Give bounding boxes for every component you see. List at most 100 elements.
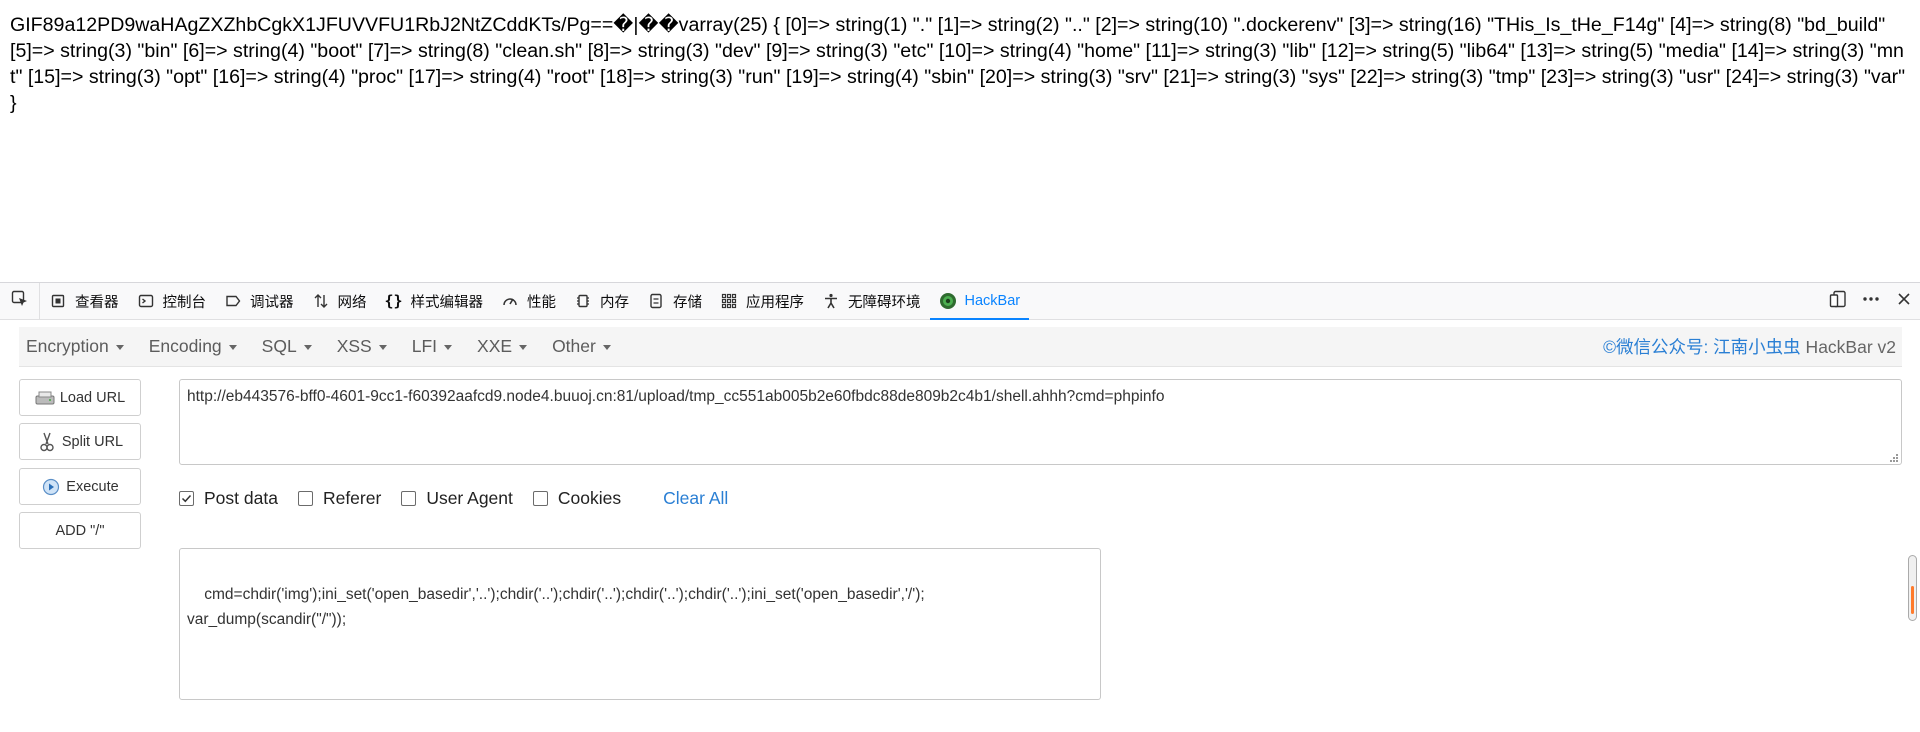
scissors-icon — [37, 432, 57, 452]
cookies-checkbox[interactable] — [532, 490, 548, 506]
inspector-icon — [49, 292, 67, 310]
clear-all-link[interactable]: Clear All — [663, 488, 728, 509]
tab-network[interactable]: 网络 — [303, 283, 376, 319]
cookies-label: Cookies — [557, 487, 622, 508]
tab-label: 调试器 — [250, 294, 294, 311]
tab-label: 样式编辑器 — [410, 294, 484, 311]
add-slash-button[interactable]: ADD "/" — [19, 512, 141, 549]
tab-storage[interactable]: 存储 — [638, 283, 711, 319]
post-data-input[interactable]: cmd=chdir('img');ini_set('open_basedir',… — [179, 548, 1101, 700]
brand-suffix: HackBar v2 — [1800, 337, 1896, 357]
menu-xxe[interactable]: XXE — [470, 336, 534, 357]
dock-icon — [1829, 290, 1847, 312]
tab-memory[interactable]: 内存 — [565, 283, 638, 319]
post-data-label: Post data — [204, 487, 278, 508]
user-agent-checkbox[interactable] — [401, 490, 417, 506]
resize-grip-icon[interactable] — [1086, 685, 1098, 697]
request-options: Post data Referer User Agent Cookies Cle… — [179, 486, 728, 510]
chevron-down-icon — [228, 345, 237, 350]
more-icon — [1862, 290, 1880, 312]
tab-label: 查看器 — [75, 294, 119, 311]
tab-accessibility[interactable]: 无障碍环境 — [813, 283, 930, 319]
menu-label: XXE — [477, 336, 513, 356]
tab-label: 网络 — [337, 294, 367, 311]
chevron-down-icon — [602, 345, 611, 350]
network-icon — [312, 292, 330, 310]
panel-scrollbar[interactable] — [1908, 555, 1917, 621]
close-devtools-button[interactable] — [1887, 283, 1920, 320]
user-agent-label: User Agent — [426, 487, 513, 508]
menu-xss[interactable]: XSS — [330, 336, 394, 357]
tab-label: 存储 — [673, 294, 702, 311]
tab-label: 控制台 — [162, 294, 207, 311]
split-url-button[interactable]: Split URL — [19, 423, 141, 460]
chevron-down-icon — [303, 345, 312, 350]
tab-label: 内存 — [600, 294, 629, 311]
chevron-down-icon — [115, 345, 124, 350]
dock-toggle-button[interactable] — [1821, 283, 1854, 320]
devtools-panel: 查看器 控制台 调试器 网络 {} 样式编辑器 性能 内存 存储 应用程序 无障… — [0, 282, 1920, 732]
url-input[interactable]: http://eb443576-bff0-4601-9cc1-f60392aaf… — [179, 379, 1902, 465]
style-editor-icon: {} — [384, 292, 403, 310]
menu-encoding[interactable]: Encoding — [142, 336, 244, 357]
page-output-text: GIF89a12PD9waHAgZXZhbCgkX1JFUVVFU1RbJ2Nt… — [10, 14, 1906, 114]
element-picker-button[interactable] — [0, 283, 40, 319]
load-url-icon — [35, 388, 55, 408]
chevron-down-icon — [378, 345, 387, 350]
menu-label: Encoding — [148, 336, 222, 356]
resize-grip-icon[interactable] — [1887, 450, 1899, 462]
console-icon — [137, 292, 155, 310]
tab-hackbar[interactable]: HackBar — [929, 283, 1030, 320]
tab-inspector[interactable]: 查看器 — [40, 283, 128, 319]
application-icon — [720, 292, 738, 310]
checkmark-icon — [181, 494, 192, 502]
hackbar-brand[interactable]: ©微信公众号: 江南小虫虫 HackBar v2 — [1603, 334, 1896, 359]
tab-label: 无障碍环境 — [848, 294, 921, 311]
element-picker-icon — [11, 290, 29, 312]
referer-checkbox[interactable] — [297, 490, 313, 506]
toolbar-right-controls — [1821, 283, 1920, 319]
cookies-option[interactable]: Cookies — [532, 487, 622, 509]
storage-icon — [647, 292, 665, 310]
tab-style-editor[interactable]: {} 样式编辑器 — [376, 283, 493, 319]
hackbar-icon — [939, 292, 957, 310]
load-url-button[interactable]: Load URL — [19, 379, 141, 416]
referer-option[interactable]: Referer — [297, 487, 382, 509]
url-text: http://eb443576-bff0-4601-9cc1-f60392aaf… — [187, 388, 1165, 405]
menu-label: Encryption — [26, 336, 109, 356]
tab-application[interactable]: 应用程序 — [711, 283, 813, 319]
menu-lfi[interactable]: LFI — [405, 336, 459, 357]
tab-debugger[interactable]: 调试器 — [215, 283, 303, 319]
post-data-text: cmd=chdir('img');ini_set('open_basedir',… — [187, 586, 925, 628]
tab-console[interactable]: 控制台 — [128, 283, 216, 319]
close-icon — [1896, 291, 1912, 311]
chevron-down-icon — [444, 345, 453, 350]
post-data-option[interactable]: Post data — [179, 488, 278, 509]
menu-label: Other — [552, 336, 596, 356]
chevron-down-icon — [519, 345, 528, 350]
accessibility-icon — [822, 292, 840, 310]
referer-label: Referer — [322, 487, 382, 508]
split-url-label: Split URL — [61, 433, 124, 450]
menu-sql[interactable]: SQL — [255, 336, 319, 357]
execute-label: Execute — [66, 478, 119, 495]
debugger-icon — [224, 292, 242, 310]
menu-label: SQL — [261, 336, 297, 356]
menu-label: LFI — [411, 336, 438, 356]
more-options-button[interactable] — [1854, 283, 1887, 320]
tab-label: 性能 — [527, 294, 556, 311]
brand-prefix: ©微信公众号: 江南小虫虫 — [1603, 337, 1801, 357]
post-data-checkbox[interactable] — [179, 490, 194, 506]
execute-button[interactable]: Execute — [19, 468, 141, 505]
performance-icon — [501, 292, 519, 310]
menu-encryption[interactable]: Encryption — [19, 336, 131, 357]
add-slash-label: ADD "/" — [55, 522, 105, 539]
menu-label: XSS — [336, 336, 372, 356]
tab-label: 应用程序 — [746, 294, 804, 311]
hackbar-menu: Encryption Encoding SQL XSS LFI XXE Othe… — [19, 327, 1902, 367]
tab-performance[interactable]: 性能 — [492, 283, 565, 319]
load-url-label: Load URL — [59, 389, 126, 406]
scrollbar-thumb[interactable] — [1911, 586, 1914, 614]
menu-other[interactable]: Other — [545, 336, 618, 357]
user-agent-option[interactable]: User Agent — [401, 488, 513, 509]
